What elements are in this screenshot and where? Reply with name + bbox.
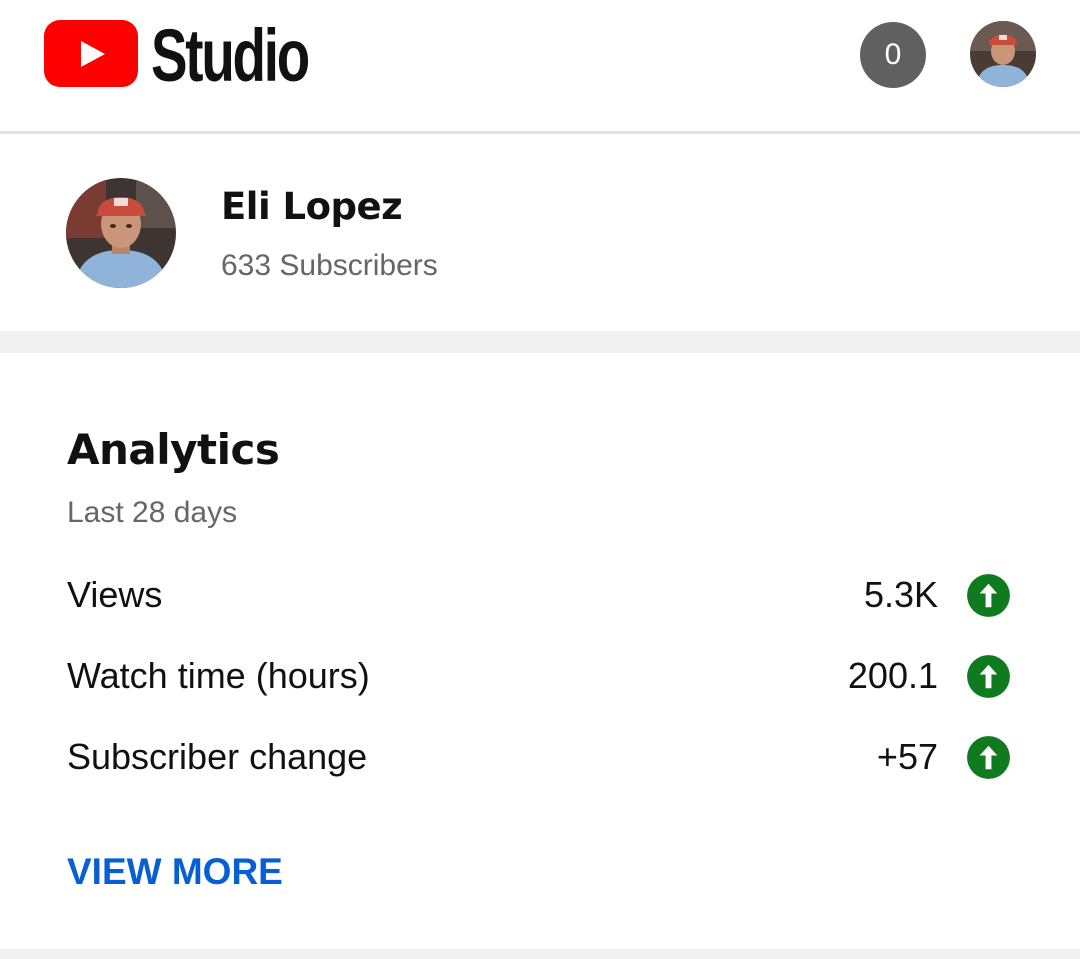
top-app-bar: Studio 0 [0,0,1080,131]
account-avatar-button[interactable] [970,21,1036,87]
avatar-photo-icon [970,21,1036,87]
metric-row-watch-time: Watch time (hours) 200.1 [67,651,1014,701]
metric-label: Watch time (hours) [67,655,370,696]
channel-photo-icon [66,178,176,288]
metric-value: 5.3K [863,574,938,615]
bottom-separator [0,949,1080,959]
metric-value: 200.1 [847,655,938,696]
arrow-up-circle-icon [967,574,1010,617]
channel-name: Eli Lopez [221,185,403,228]
app-title: Studio [151,14,310,97]
analytics-title: Analytics [67,425,280,474]
metric-row-views: Views 5.3K [67,570,1014,620]
section-separator [0,331,1080,353]
analytics-period: Last 28 days [67,496,238,529]
metric-row-subscriber-change: Subscriber change +57 [67,732,1014,782]
channel-card[interactable]: Eli Lopez 633 Subscribers [0,134,1080,331]
view-more-button[interactable]: VIEW MORE [67,849,283,895]
youtube-logo-icon[interactable] [44,20,138,87]
notifications-button[interactable]: 0 [860,22,926,88]
metric-label: Subscriber change [67,736,368,777]
subscriber-count: 633 Subscribers [221,249,438,282]
analytics-card: Analytics Last 28 days Views 5.3K Watch … [0,353,1080,949]
metric-value: +57 [876,736,938,777]
metric-label: Views [67,574,163,615]
arrow-up-circle-icon [967,736,1010,779]
arrow-up-circle-icon [967,655,1010,698]
youtube-studio-page: Studio 0 Eli Lopez 633 Subscribers Analy… [0,0,1080,959]
play-icon [81,41,105,67]
channel-avatar[interactable] [66,178,176,288]
notification-count: 0 [884,38,902,71]
